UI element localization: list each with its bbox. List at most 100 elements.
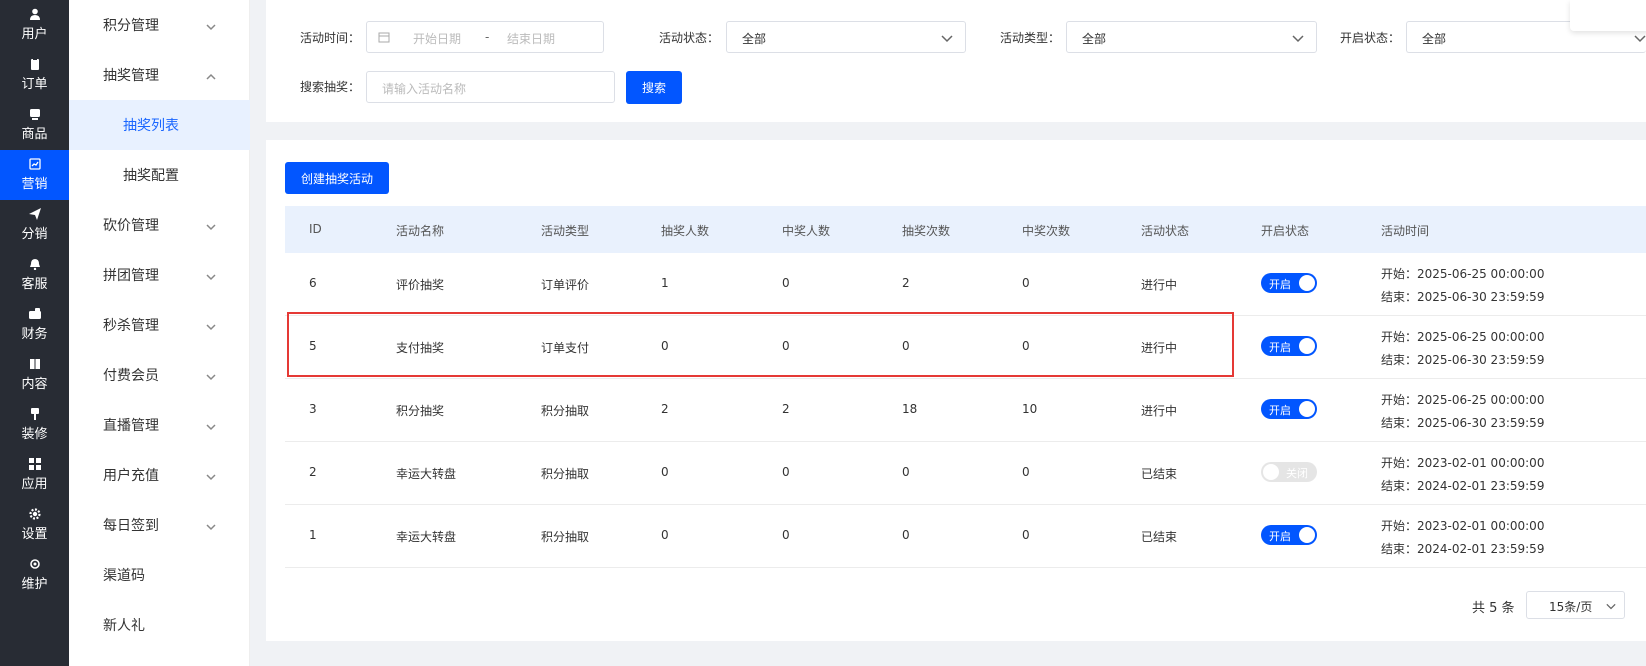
search-button[interactable]: 搜索	[626, 71, 682, 104]
toggle-label: 开启	[1269, 341, 1291, 354]
subnav-item-7[interactable]: 付费会员	[69, 350, 250, 400]
rail-item-8[interactable]: 装修	[0, 400, 69, 450]
subnav-item-label: 新人礼	[103, 618, 145, 634]
end-time: 结束：2024-02-01 23:59:59	[1381, 542, 1545, 556]
subnav-item-4[interactable]: 砍价管理	[69, 200, 250, 250]
wallet-icon	[28, 308, 41, 320]
subnav-item-label: 用户充值	[103, 468, 159, 484]
cell-win_users: 0	[782, 528, 790, 542]
subnav-item-9[interactable]: 用户充值	[69, 450, 250, 500]
type-label: 活动类型：	[1000, 31, 1061, 45]
subnav-item-label: 每日签到	[103, 518, 159, 534]
table-row: 6 评价抽奖 订单评价 1 0 2 0 进行中 开启 开始：2025-06-25 00:00:00…	[285, 253, 1646, 316]
type-select[interactable]: 全部	[1066, 21, 1317, 53]
column-header: 抽奖人数	[661, 224, 710, 238]
open-status-toggle[interactable]: 关闭	[1261, 462, 1317, 482]
rail-item-0[interactable]: 用户	[0, 0, 69, 50]
cell-draw_times: 2	[902, 276, 910, 290]
status-select[interactable]: 全部	[726, 21, 966, 53]
rail-item-9[interactable]: 应用	[0, 450, 69, 500]
subnav-item-label: 直播管理	[103, 418, 159, 434]
page-size-value: 15条/页	[1549, 600, 1593, 614]
marketing-subnav: 积分管理抽奖管理抽奖列表抽奖配置砍价管理 拼团管理 秒杀管理 付费会员直播管理用户充值…	[69, 0, 250, 666]
rail-item-7[interactable]: 内容	[0, 350, 69, 400]
subnav-item-label: 积分管理	[103, 18, 159, 34]
toggle-knob	[1299, 401, 1315, 417]
open-status-toggle[interactable]: 开启	[1261, 399, 1317, 419]
brush-icon	[29, 408, 41, 420]
toggle-label: 开启	[1269, 278, 1291, 291]
table-row: 1 幸运大转盘 积分抽取 0 0 0 0 已结束 开启 开始：2023-02-01 00:00:0…	[285, 505, 1646, 568]
toggle-label: 开启	[1269, 530, 1291, 543]
column-header: 抽奖次数	[902, 224, 951, 238]
subnav-item-label: 抽奖配置	[123, 168, 179, 184]
rail-item-6[interactable]: 财务	[0, 300, 69, 350]
time-label: 活动时间：	[300, 31, 361, 45]
chevron-down-icon	[206, 220, 216, 231]
open-status-toggle[interactable]: 开启	[1261, 273, 1317, 293]
gear-icon	[28, 508, 41, 520]
toggle-knob	[1263, 464, 1279, 480]
chip-icon	[29, 558, 41, 570]
subnav-item-label: 抽奖列表	[123, 118, 179, 134]
subnav-item-0[interactable]: 积分管理	[69, 0, 250, 50]
subnav-item-10[interactable]: 每日签到	[69, 500, 250, 550]
cell-draw_times: 0	[902, 465, 910, 479]
cell-name: 评价抽奖	[396, 278, 445, 292]
subnav-item-label: 渠道码	[103, 568, 145, 584]
cell-win_users: 2	[782, 402, 790, 416]
create-lottery-button[interactable]: 创建抽奖活动	[285, 162, 389, 194]
table-row: 2 幸运大转盘 积分抽取 0 0 0 0 已结束 关闭 开始：2023-02-01 00:00:0…	[285, 442, 1646, 505]
rail-item-label: 分销	[21, 227, 48, 242]
table-header: ID 活动名称 活动类型 抽奖人数 中奖人数 抽奖次数 中奖次数 活动状态 开启状态 活动时间	[285, 206, 1646, 253]
open-status-toggle[interactable]: 开启	[1261, 336, 1317, 356]
subnav-item-12[interactable]: 新人礼	[69, 600, 250, 650]
rail-item-4[interactable]: 分销	[0, 200, 69, 250]
rail-item-1[interactable]: 订单	[0, 50, 69, 100]
cell-win_times: 0	[1022, 465, 1030, 479]
chevron-down-icon	[206, 320, 216, 331]
toggle-label: 开启	[1269, 404, 1291, 417]
subnav-item-5[interactable]: 拼团管理	[69, 250, 250, 300]
cell-status: 已结束	[1141, 530, 1178, 544]
rail-item-11[interactable]: 维护	[0, 550, 69, 600]
subnav-item-6[interactable]: 秒杀管理	[69, 300, 250, 350]
cell-status: 进行中	[1141, 278, 1178, 292]
filter-panel: 活动时间： 开始日期 - 结束日期 活动状态： 全部 活动类型： 全部 开启状态…	[266, 0, 1646, 122]
rail-item-10[interactable]: 设置	[0, 500, 69, 550]
cell-name: 幸运大转盘	[396, 530, 457, 544]
end-time: 结束：2025-06-30 23:59:59	[1381, 290, 1545, 304]
subnav-item-8[interactable]: 直播管理	[69, 400, 250, 450]
rail-item-3[interactable]: 营销	[0, 150, 69, 200]
column-header: 活动状态	[1141, 224, 1190, 238]
rail-item-label: 营销	[21, 177, 48, 192]
page-size-select[interactable]: 15条/页	[1526, 591, 1625, 619]
table-row: 3 积分抽奖 积分抽取 2 2 18 10 进行中 开启 开始：2025-06-25 00:00:…	[285, 379, 1646, 442]
date-range-picker[interactable]: 开始日期 - 结束日期	[366, 21, 604, 53]
subnav-item-label: 抽奖管理	[103, 68, 159, 84]
rail-item-label: 客服	[21, 277, 48, 292]
bell-icon	[29, 258, 41, 270]
subnav-item-1[interactable]: 抽奖管理	[69, 50, 250, 100]
cell-type: 积分抽取	[541, 467, 590, 481]
search-input-placeholder: 请输入活动名称	[382, 82, 467, 96]
column-header: 活动时间	[1381, 224, 1430, 238]
lottery-list-panel: 创建抽奖活动 ID 活动名称 活动类型 抽奖人数 中奖人数 抽奖次数 中奖次数 活动状态 开启状…	[266, 140, 1646, 641]
search-input[interactable]: 请输入活动名称	[366, 71, 615, 103]
column-header: 活动名称	[396, 224, 445, 238]
cell-time: 开始：2023-02-01 00:00:00 结束：2024-02-01 23:5…	[1381, 515, 1544, 561]
calendar-icon	[378, 31, 390, 43]
cell-draw_users: 1	[661, 276, 669, 290]
rail-item-5[interactable]: 客服	[0, 250, 69, 300]
book-icon	[29, 358, 41, 370]
subnav-item-11[interactable]: 渠道码	[69, 550, 250, 600]
open-status-toggle[interactable]: 开启	[1261, 525, 1317, 545]
subnav-item-2[interactable]: 抽奖列表	[69, 100, 250, 150]
rail-item-label: 应用	[21, 477, 48, 492]
start-time: 开始：2025-06-25 00:00:00	[1381, 393, 1545, 407]
main-nav-rail: 用户 订单 商品营销分销客服财务 内容 装修应用设置 维护	[0, 0, 69, 666]
rail-item-2[interactable]: 商品	[0, 100, 69, 150]
cell-type: 积分抽取	[541, 404, 590, 418]
subnav-item-3[interactable]: 抽奖配置	[69, 150, 250, 200]
toggle-label: 关闭	[1286, 467, 1308, 480]
